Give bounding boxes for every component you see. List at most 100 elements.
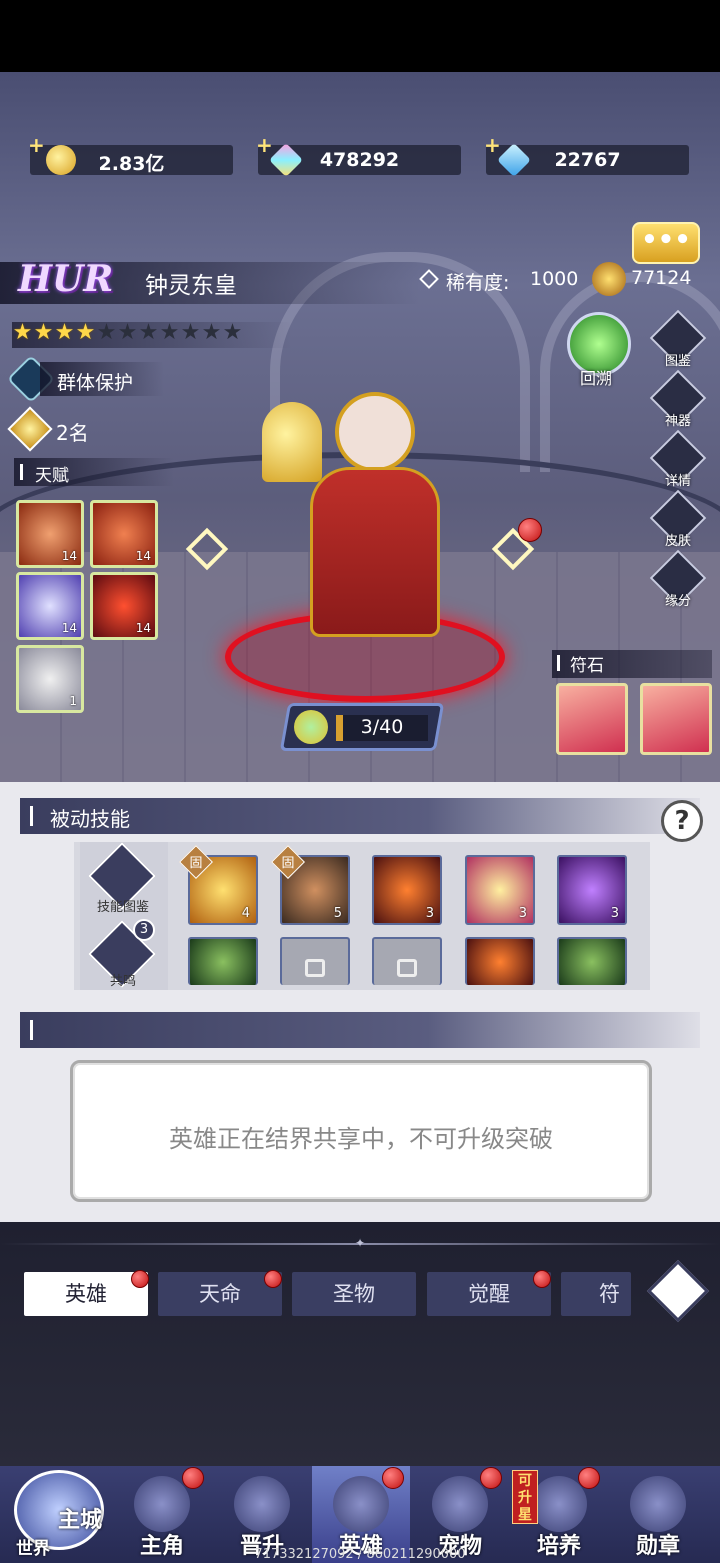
lock-icon — [305, 959, 325, 977]
rune-slot[interactable] — [640, 683, 712, 755]
catalog-label: 图鉴 — [664, 354, 691, 369]
passive-skill[interactable]: 3 — [557, 855, 627, 925]
fixed-badge-label: 固 — [281, 856, 295, 871]
tab-hero[interactable]: 英雄 — [24, 1272, 148, 1316]
star-filled-icon: ★ — [33, 320, 54, 345]
details-button[interactable]: 详情 — [649, 429, 707, 496]
star-rating: ★★★★★★★★★★★ — [12, 322, 292, 348]
section-marker — [30, 1020, 33, 1040]
medal-icon — [630, 1476, 686, 1532]
talent-marker — [20, 464, 23, 480]
divider-ornament-icon: ✦ — [354, 1236, 366, 1250]
rollback-label[interactable]: 回溯 — [580, 365, 612, 389]
tab-label: 觉醒 — [468, 1282, 510, 1306]
star-empty-icon: ★ — [159, 320, 180, 345]
star-empty-icon: ★ — [138, 320, 159, 345]
upgrade-star-badge: 可升星 — [512, 1470, 538, 1524]
talent-label: 天赋 — [35, 466, 69, 486]
star-filled-icon: ★ — [75, 320, 96, 345]
tab-label: 天命 — [199, 1282, 241, 1306]
star-filled-icon: ★ — [54, 320, 75, 345]
cultivate-icon — [531, 1476, 587, 1532]
passive-skill[interactable] — [465, 937, 535, 985]
artifact-label: 神器 — [664, 414, 691, 429]
passive-skill[interactable] — [188, 937, 258, 985]
talent-level: 14 — [135, 549, 151, 563]
breakthrough-header — [20, 1012, 700, 1048]
locked-skill-slot — [280, 937, 350, 985]
hero-armor — [310, 467, 440, 637]
resonance-label[interactable]: 共鸣 — [88, 970, 158, 989]
lock-icon — [397, 959, 417, 977]
locked-skill-slot — [372, 937, 442, 985]
skill-level: 5 — [333, 906, 342, 921]
star-empty-icon: ★ — [96, 320, 117, 345]
pet-icon — [432, 1476, 488, 1532]
hero-helmet-icon — [333, 1476, 389, 1532]
rune-marker — [557, 655, 560, 671]
tab-label: 圣物 — [333, 1282, 375, 1306]
tab-hero-dot — [131, 1270, 149, 1288]
skill-catalog-label[interactable]: 技能图鉴 — [88, 896, 158, 915]
diamond-resource-bar[interactable]: + 22767 — [484, 135, 689, 177]
talent-tile[interactable]: 1 — [16, 645, 84, 713]
nav-protagonist-dot — [182, 1467, 204, 1489]
talent-level: 14 — [61, 621, 77, 635]
breakthrough-message: 英雄正在结界共享中，不可升级突破 — [169, 1125, 553, 1153]
skin-button[interactable]: 皮肤 — [649, 489, 707, 556]
rune-label: 符石 — [570, 656, 604, 676]
gold-resource-bar[interactable]: + 2.83亿 — [28, 135, 233, 175]
star-empty-icon: ★ — [117, 320, 138, 345]
skill-level: 4 — [241, 906, 250, 921]
resonance-count-badge: 3 — [133, 919, 155, 941]
passive-skills-title: 被动技能 — [50, 807, 130, 831]
talent-tile[interactable]: 14 — [90, 572, 158, 640]
golden-bell-artifact — [262, 402, 322, 482]
nav-city-button[interactable]: 主城 世界 — [6, 1440, 110, 1560]
star-empty-icon: ★ — [222, 320, 243, 345]
level-up-arrow-icon — [294, 710, 328, 744]
talent-level: 14 — [135, 621, 151, 635]
passive-skill[interactable] — [557, 937, 627, 985]
star-empty-icon: ★ — [201, 320, 222, 345]
power-crown-icon — [592, 262, 626, 296]
tab-label: 英雄 — [65, 1282, 107, 1306]
talent-tile[interactable]: 14 — [16, 500, 84, 568]
hero-trait: 群体保护 — [57, 372, 134, 394]
talent-tile[interactable]: 14 — [90, 500, 158, 568]
diamond-value: 22767 — [554, 149, 621, 171]
tab-rune[interactable]: 符文 — [561, 1272, 631, 1316]
tab-label: 符文 — [599, 1282, 620, 1306]
hero-head — [335, 392, 415, 472]
fixed-badge-label: 固 — [189, 856, 203, 871]
gold-value: 2.83亿 — [98, 153, 165, 175]
artifact-button[interactable]: 神器 — [649, 369, 707, 436]
bond-button[interactable]: 缘分 — [649, 549, 707, 616]
promotion-icon — [234, 1476, 290, 1532]
section-marker — [30, 806, 33, 826]
gem-resource-bar[interactable]: + 478292 — [256, 135, 461, 177]
help-icon[interactable]: ? — [661, 800, 703, 842]
rune-slot[interactable] — [556, 683, 628, 755]
gem-value: 478292 — [319, 149, 400, 171]
talent-tile[interactable]: 14 — [16, 572, 84, 640]
skill-level: 3 — [518, 906, 527, 921]
hero-name: 钟灵东皇 — [145, 273, 237, 299]
tab-destiny-dot — [264, 1270, 282, 1288]
skill-level: 3 — [610, 906, 619, 921]
tab-relic[interactable]: 圣物 — [292, 1272, 416, 1316]
city-label: 主城 — [58, 1508, 103, 1533]
passive-skill[interactable]: 3 — [372, 855, 442, 925]
talent-level: 1 — [69, 694, 77, 708]
catalog-button[interactable]: 图鉴 — [649, 309, 707, 376]
star-filled-icon: ★ — [12, 320, 33, 345]
next-hero-notification-dot — [518, 518, 542, 542]
footer-id: 717332127092 / 860211290000 — [254, 1547, 466, 1562]
chat-bubble-icon[interactable]: ••• — [632, 222, 700, 264]
tab-awaken-dot — [533, 1270, 551, 1288]
protagonist-icon — [134, 1476, 190, 1532]
passive-skill[interactable]: 3 — [465, 855, 535, 925]
skill-level: 3 — [425, 906, 434, 921]
rarity-value: 1000 — [530, 268, 579, 290]
nav-cultivate-dot — [578, 1467, 600, 1489]
